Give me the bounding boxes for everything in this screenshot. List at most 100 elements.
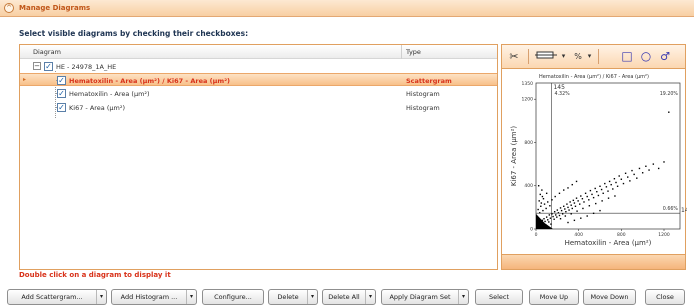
close-label: Close — [656, 293, 674, 301]
scatter-point — [540, 202, 543, 204]
diagram-checkbox[interactable]: ✓ — [57, 76, 66, 85]
scatter-point — [595, 202, 597, 205]
scatter-point — [614, 195, 616, 197]
scatter-point — [548, 214, 551, 216]
scatter-point — [561, 213, 564, 215]
delete-button[interactable]: Delete ▾ — [268, 289, 318, 305]
scatter-point — [663, 161, 665, 163]
scatter-point — [575, 180, 578, 183]
scatter-point — [575, 197, 578, 199]
group-checkbox[interactable]: ✓ — [44, 62, 53, 71]
move-down-label: Move Down — [590, 293, 629, 301]
collapse-icon[interactable]: ^ — [4, 3, 14, 13]
scatter-point — [569, 201, 571, 203]
scatter-point — [583, 201, 585, 203]
scatter-point — [627, 176, 629, 178]
move-up-button[interactable]: Move Up — [529, 289, 579, 305]
diagram-row[interactable]: ✓ Ki67 - Area (µm²) Histogram — [20, 101, 497, 114]
scatter-point — [620, 178, 623, 180]
diagram-row[interactable]: ▸ ✓ Hematoxilin - Area (µm²) / Ki67 - Ar… — [20, 73, 497, 86]
diagram-checkbox[interactable]: ✓ — [57, 89, 66, 98]
scatter-point — [545, 192, 548, 195]
scatter-point — [582, 207, 584, 210]
scissors-icon[interactable]: ✂ — [506, 49, 522, 64]
scatter-point — [568, 209, 570, 211]
scatter-point — [539, 193, 541, 196]
rectangle-select-icon[interactable]: □ — [620, 49, 634, 64]
select-button[interactable]: Select — [475, 289, 523, 305]
quadrant-top-left-label: 4.32% — [554, 91, 570, 97]
column-separator[interactable] — [401, 45, 402, 59]
chevron-down-icon[interactable]: ▾ — [458, 290, 468, 304]
delete-all-button[interactable]: Delete All ▾ — [322, 289, 376, 305]
scatter-point — [588, 199, 590, 201]
lasso-select-icon[interactable]: ♂ — [658, 49, 672, 64]
percent-button[interactable]: % — [572, 49, 584, 64]
scatter-point — [542, 198, 545, 200]
scatter-point — [610, 183, 612, 186]
column-header-diagram[interactable]: Diagram — [33, 48, 61, 56]
range-icon-svg — [535, 51, 557, 59]
delete-all-label: Delete All — [328, 293, 360, 301]
scatter-point — [631, 169, 633, 172]
add-histogram-button[interactable]: Add Histogram ... ▾ — [111, 289, 197, 305]
scatter-point — [579, 203, 581, 205]
scatter-point — [537, 208, 539, 211]
chevron-down-icon[interactable]: ▾ — [365, 290, 375, 304]
scatter-point — [594, 187, 596, 190]
y-tick-label-max: 1350 — [522, 81, 534, 87]
scatter-point — [572, 199, 575, 202]
close-button[interactable]: Close — [645, 289, 685, 305]
range-icon[interactable] — [534, 49, 558, 64]
scatter-point — [580, 217, 582, 219]
scatter-point — [567, 187, 569, 189]
scatter-plot-area[interactable]: Hematoxilin - Area (µm²) / Ki67 - Area (… — [502, 69, 693, 256]
y-tick-label: 0 — [530, 227, 533, 233]
x-tick-label: 1200 — [658, 232, 670, 238]
double-click-hint: Double click on a diagram to display it — [19, 271, 171, 279]
diagram-type: Histogram — [406, 103, 440, 112]
scatter-point — [604, 182, 606, 185]
apply-diagram-set-button[interactable]: Apply Diagram Set ▾ — [381, 289, 469, 305]
chevron-down-icon[interactable]: ▾ — [186, 290, 196, 304]
diagram-grid: Diagram Type − ✓ HE - 24978_1A_HE ▸ ✓ He… — [19, 44, 498, 270]
scatter-point — [555, 214, 557, 216]
add-scattergram-button[interactable]: Add Scattergram... ▾ — [7, 289, 107, 305]
chevron-down-icon[interactable]: ▾ — [307, 290, 317, 304]
x-tick-label: 0 — [535, 232, 538, 238]
chart-title: Hematoxilin - Area (µm²) / Ki67 - Area (… — [539, 74, 649, 80]
scatter-point — [557, 212, 560, 214]
scatter-point — [574, 205, 577, 207]
scatter-point — [573, 202, 576, 204]
diagram-checkbox[interactable]: ✓ — [57, 103, 66, 112]
scatter-point — [545, 207, 547, 210]
scatter-point — [599, 209, 601, 212]
scatter-chart[interactable]: Hematoxilin - Area (µm²) / Ki67 - Area (… — [502, 69, 693, 256]
percent-dropdown-icon[interactable]: ▾ — [586, 49, 593, 64]
scatter-point — [552, 215, 554, 218]
chevron-down-icon[interactable]: ▾ — [96, 290, 106, 304]
scatter-point — [548, 221, 550, 223]
scatter-point — [608, 180, 611, 183]
y-axis-label: Ki67 - Area (µm²) — [510, 126, 518, 187]
diagram-row[interactable]: ✓ Hematoxilin - Area (µm²) Histogram — [20, 87, 497, 100]
toolbar-separator — [598, 49, 599, 64]
ellipse-select-icon[interactable]: ○ — [639, 49, 653, 64]
quadrant-top-right-label: 19.20% — [660, 91, 679, 97]
scatter-point — [607, 197, 610, 199]
quadrant-bottom-right-label: 0.66% — [663, 206, 679, 212]
column-header-type[interactable]: Type — [406, 48, 421, 56]
scatter-point — [638, 167, 641, 170]
range-dropdown-icon[interactable]: ▾ — [560, 49, 567, 64]
scatter-point — [556, 209, 559, 211]
scatter-point — [652, 163, 655, 165]
scatter-point — [573, 219, 576, 222]
group-row[interactable]: − ✓ HE - 24978_1A_HE — [20, 60, 497, 73]
collapse-toggle-icon[interactable]: − — [33, 62, 41, 70]
configure-button[interactable]: Configure... — [202, 289, 264, 305]
x-tick-label: 800 — [617, 232, 626, 238]
x-threshold-label: 145 — [553, 84, 565, 91]
scatter-point — [567, 221, 569, 224]
move-down-button[interactable]: Move Down — [583, 289, 636, 305]
diagram-label: Hematoxilin - Area (µm²) — [69, 89, 150, 98]
